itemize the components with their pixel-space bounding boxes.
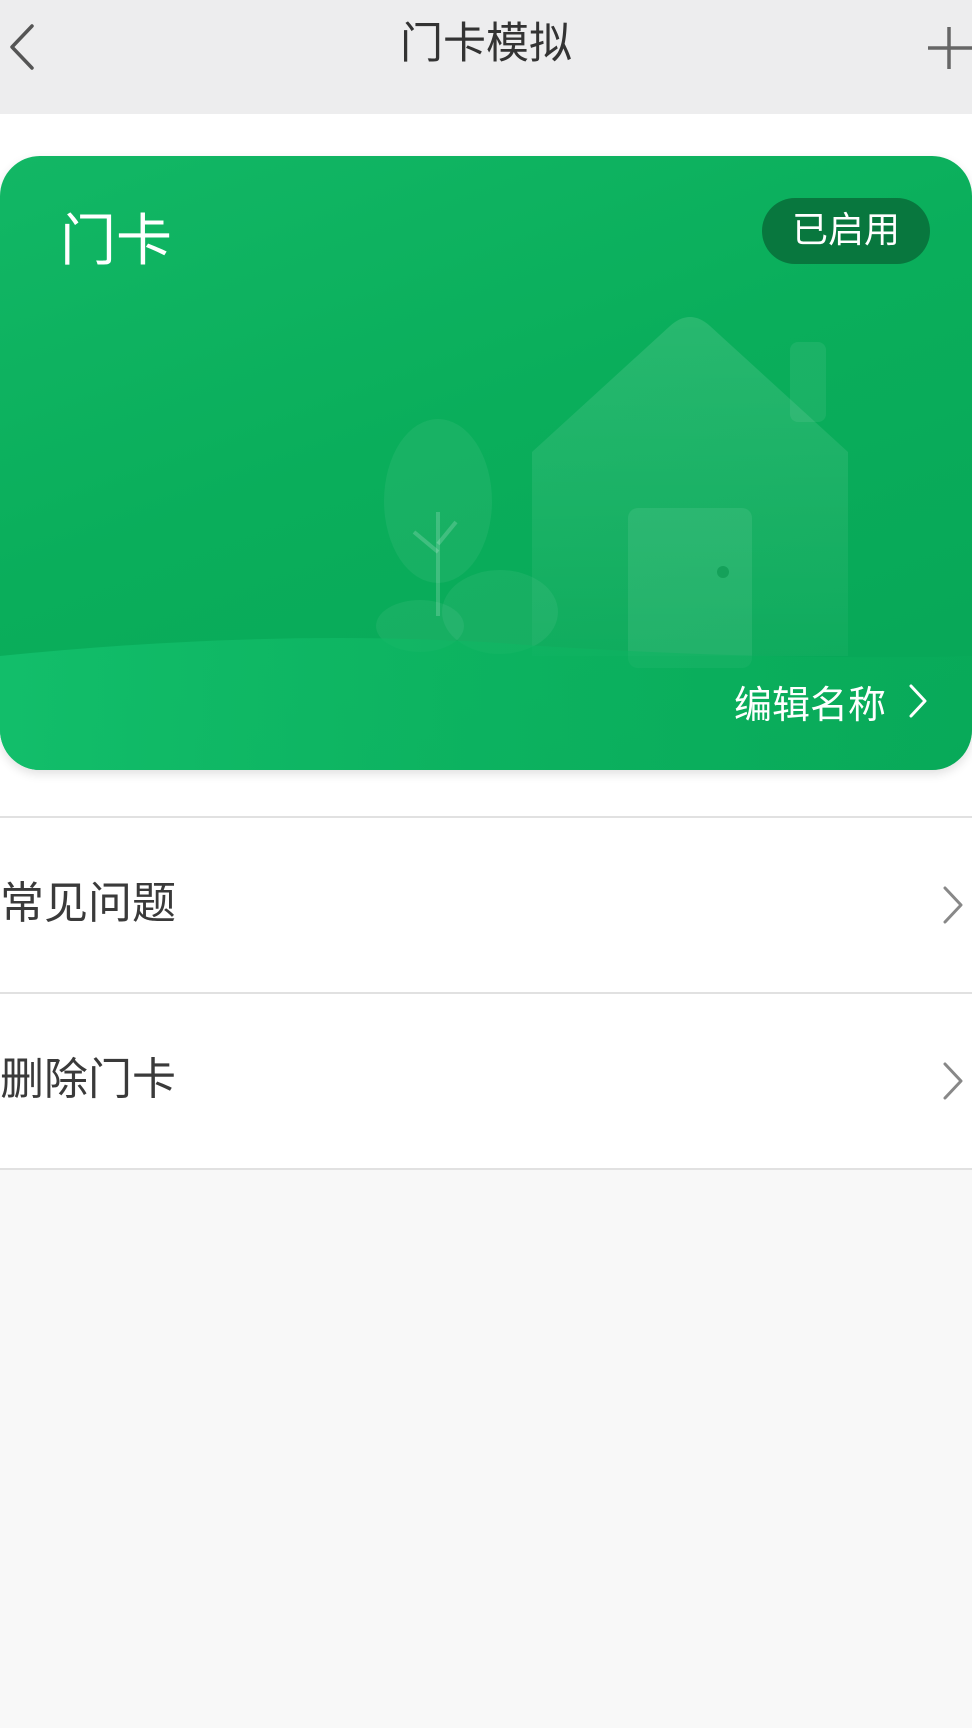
- delete-card-label: 删除门卡: [0, 1054, 176, 1105]
- status-badge: 已启用: [762, 198, 930, 264]
- add-card-button[interactable]: [912, 20, 972, 76]
- delete-card-item[interactable]: 删除门卡: [0, 994, 972, 1170]
- faq-label: 常见问题: [0, 878, 176, 929]
- header-bar: 门卡模拟: [0, 0, 972, 114]
- plus-icon: [928, 27, 972, 69]
- chevron-right-icon: [908, 683, 928, 719]
- chevron-right-icon: [938, 1058, 968, 1104]
- chevron-right-icon: [938, 882, 968, 928]
- menu-list: 常见问题 删除门卡: [0, 816, 972, 1170]
- door-card[interactable]: 门卡 已启用 编辑名称: [0, 156, 972, 770]
- card-name: 门卡: [60, 209, 172, 274]
- edit-name-label: 编辑名称: [733, 682, 886, 727]
- page-title: 门卡模拟: [400, 19, 572, 69]
- faq-item[interactable]: 常见问题: [0, 818, 972, 994]
- edit-name-button[interactable]: 编辑名称: [733, 676, 928, 727]
